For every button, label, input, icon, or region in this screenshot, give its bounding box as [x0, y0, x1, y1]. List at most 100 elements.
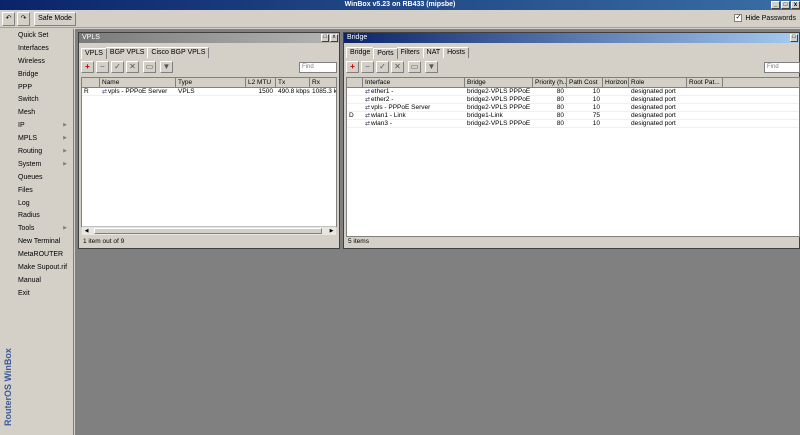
row-role: designated port	[631, 112, 676, 119]
submenu-arrow-icon: ▶	[63, 135, 67, 142]
tab-hosts[interactable]: Hosts	[443, 47, 470, 58]
enable-button[interactable]: ✓	[376, 61, 389, 73]
sidebar-item-quick-set[interactable]: Quick Set	[0, 29, 73, 42]
sidebar-item-manual[interactable]: Manual	[0, 274, 73, 287]
table-row[interactable]: R ⇄vpls - PPPoE Server VPLS 1500 490.8 k…	[82, 88, 336, 96]
sidebar-item-label: System	[18, 160, 42, 168]
close-button[interactable]: x	[791, 1, 800, 9]
table-row[interactable]: ⇄wlan3 - bridge2-VPLS PPPoE 80 10 designated…	[347, 120, 799, 128]
vpls-find-input[interactable]: Find	[299, 62, 337, 73]
sidebar-item-log[interactable]: Log	[0, 197, 73, 210]
row-iface-text: vpls - PPPoE Server	[371, 104, 431, 111]
sidebar-item-make-supout-rif[interactable]: Make Supout.rif	[0, 261, 73, 274]
tab-nat[interactable]: NAT	[422, 47, 445, 58]
col-tx[interactable]: Tx	[276, 78, 310, 88]
col-role[interactable]: Role	[629, 78, 687, 88]
col-bridge[interactable]: Bridge	[465, 78, 533, 88]
col-interface[interactable]: Interface	[363, 78, 465, 88]
vpls-action-bar: + − ✓ ✕ ▭ ▼ Find	[79, 59, 339, 75]
row-bridge: bridge2-VPLS PPPoE	[467, 96, 531, 103]
row-root	[687, 120, 723, 128]
tab-filters[interactable]: Filters	[396, 47, 424, 58]
col-flag[interactable]	[82, 78, 100, 88]
sidebar-item-tools[interactable]: Tools ▶	[0, 222, 73, 235]
col-priority[interactable]: Priority (h...	[533, 78, 567, 88]
disable-button[interactable]: ✕	[126, 61, 139, 73]
disable-button[interactable]: ✕	[391, 61, 404, 73]
scroll-right-icon[interactable]: ▶	[327, 227, 336, 235]
sidebar-item-interfaces[interactable]: Interfaces	[0, 42, 73, 55]
add-button[interactable]: +	[346, 61, 359, 73]
tab-cisco-bgp-vpls[interactable]: Cisco BGP VPLS	[147, 47, 210, 58]
filter-icon[interactable]: ▼	[160, 61, 173, 73]
row-iface: ⇄vpls - PPPoE Server	[363, 104, 465, 112]
comment-button[interactable]: ▭	[143, 61, 156, 73]
row-rx: 1085.3 k	[312, 88, 337, 95]
col-root-path[interactable]: Root Pat...	[687, 78, 723, 88]
undo-button[interactable]: ↶	[2, 12, 15, 26]
col-type[interactable]: Type	[176, 78, 246, 88]
col-path-cost[interactable]: Path Cost	[567, 78, 603, 88]
tab-ports[interactable]: Ports	[373, 48, 398, 59]
row-root	[687, 112, 723, 120]
sidebar-item-ip[interactable]: IP ▶	[0, 119, 73, 132]
sidebar-item-new-terminal[interactable]: New Terminal	[0, 235, 73, 248]
bridge-action-bar: + − ✓ ✕ ▭ ▼ Find	[344, 59, 800, 75]
sidebar-item-label: Bridge	[18, 70, 39, 78]
vpls-tabs: VPLS BGP VPLS Cisco BGP VPLS	[79, 47, 339, 59]
sidebar-item-label: Tools	[18, 225, 35, 233]
table-row[interactable]: ⇄ether1 - bridge2-VPLS PPPoE 80 10 designate…	[347, 88, 799, 96]
col-name[interactable]: Name	[100, 78, 176, 88]
add-button[interactable]: +	[81, 61, 94, 73]
sidebar-item-ppp[interactable]: PPP	[0, 81, 73, 94]
hide-passwords-checkbox[interactable]: ✓	[734, 14, 743, 23]
row-horizon	[603, 120, 629, 128]
col-rx[interactable]: Rx	[310, 78, 336, 88]
col-flag[interactable]	[347, 78, 363, 88]
sidebar-item-mesh[interactable]: Mesh	[0, 106, 73, 119]
sidebar-item-metarouter[interactable]: MetaROUTER	[0, 248, 73, 261]
sidebar-item-queues[interactable]: Queues	[0, 171, 73, 184]
bridge-find-input[interactable]: Find	[764, 62, 800, 73]
row-l2mtu: 1500	[258, 88, 273, 95]
vpls-hscrollbar[interactable]: ◀ ▶	[82, 226, 336, 235]
sidebar-item-radius[interactable]: Radius	[0, 209, 73, 222]
sidebar-item-files[interactable]: Files	[0, 184, 73, 197]
remove-button[interactable]: −	[361, 61, 374, 73]
row-priority: 80	[556, 112, 564, 119]
sidebar-item-wireless[interactable]: Wireless	[0, 55, 73, 68]
table-row[interactable]: D ⇄wlan1 - Link bridge1-Link 80 75 designated…	[347, 112, 799, 120]
col-l2mtu[interactable]: L2 MTU	[246, 78, 276, 88]
tab-bgp-vpls[interactable]: BGP VPLS	[105, 47, 149, 58]
remove-button[interactable]: −	[96, 61, 109, 73]
row-bridge: bridge2-VPLS PPPoE	[467, 88, 531, 95]
vpls-window-close-button[interactable]: x	[330, 34, 338, 42]
redo-button[interactable]: ↷	[17, 12, 30, 26]
enable-button[interactable]: ✓	[111, 61, 124, 73]
maximize-button[interactable]: □	[781, 1, 790, 9]
row-iface: ⇄wlan3 -	[363, 120, 465, 128]
minimize-button[interactable]: _	[771, 1, 780, 9]
col-horizon[interactable]: Horizon	[603, 78, 629, 88]
row-cost: 10	[592, 104, 600, 111]
sidebar-item-switch[interactable]: Switch	[0, 93, 73, 106]
scroll-left-icon[interactable]: ◀	[82, 227, 91, 235]
sidebar-item-routing[interactable]: Routing ▶	[0, 145, 73, 158]
bridge-window-restore-button[interactable]: □	[790, 34, 798, 42]
bridge-ports-table: Interface Bridge Priority (h... Path Cos…	[346, 77, 800, 237]
table-row[interactable]: ⇄ether2 - bridge2-VPLS PPPoE 80 10 designate…	[347, 96, 799, 104]
vpls-window-restore-button[interactable]: □	[321, 34, 329, 42]
bridge-window: Bridge □ Bridge Ports Filters NAT Hosts + − …	[343, 32, 800, 249]
sidebar-item-mpls[interactable]: MPLS ▶	[0, 132, 73, 145]
scroll-thumb[interactable]	[94, 228, 322, 234]
sidebar-item-exit[interactable]: Exit	[0, 287, 73, 300]
sidebar-item-system[interactable]: System ▶	[0, 158, 73, 171]
tab-vpls[interactable]: VPLS	[81, 48, 107, 59]
filter-icon[interactable]: ▼	[425, 61, 438, 73]
hide-passwords-toggle[interactable]: ✓ Hide Passwords	[734, 13, 796, 25]
comment-button[interactable]: ▭	[408, 61, 421, 73]
sidebar-item-bridge[interactable]: Bridge	[0, 68, 73, 81]
safe-mode-button[interactable]: Safe Mode	[34, 12, 76, 26]
tab-bridge[interactable]: Bridge	[346, 47, 375, 58]
table-row[interactable]: ⇄vpls - PPPoE Server bridge2-VPLS PPPoE 80…	[347, 104, 799, 112]
